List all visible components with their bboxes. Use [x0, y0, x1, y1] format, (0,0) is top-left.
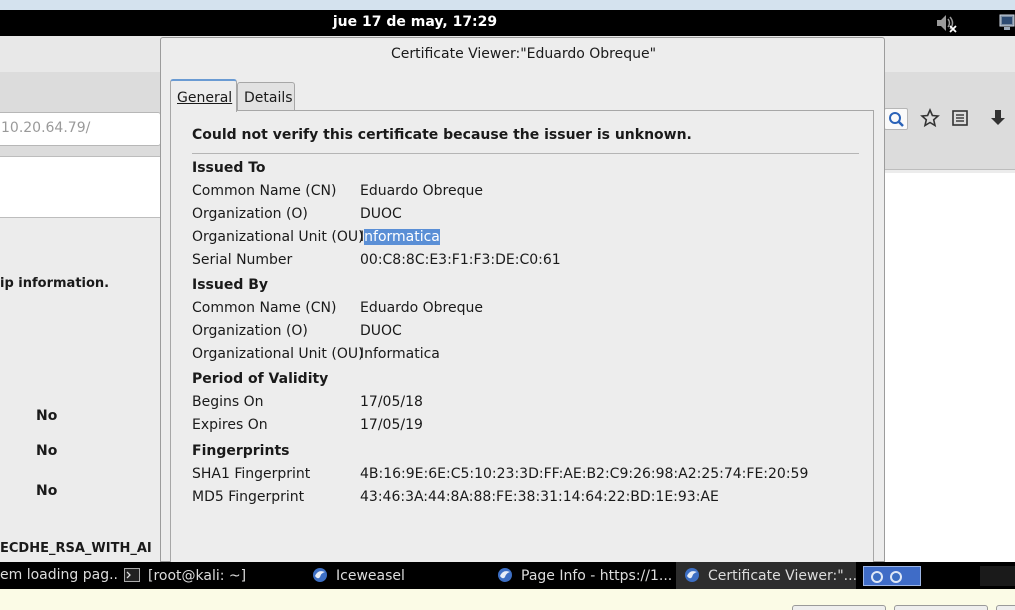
field-value[interactable]: Informatica — [360, 346, 440, 362]
bottom-area — [0, 589, 1015, 610]
volume-muted-icon[interactable] — [935, 13, 957, 33]
general-tab-panel: Could not verify this certificate becaus… — [170, 110, 874, 570]
iceweasel-icon — [498, 568, 512, 582]
browser-right-pane — [884, 173, 1015, 562]
top-panel: jue 17 de may, 17:29 — [0, 10, 1015, 36]
iceweasel-icon — [313, 568, 327, 582]
taskbar-item-label: [root@kali: ~] — [148, 568, 247, 584]
field-label: Organization (O) — [192, 323, 308, 339]
download-icon[interactable] — [988, 108, 1008, 128]
field-value[interactable]: 17/05/19 — [360, 417, 423, 433]
taskbar-item-label: em loading pag... — [0, 567, 118, 583]
taskbar-item-page-info[interactable]: Page Info - https://1... — [497, 562, 673, 589]
field-value[interactable]: Eduardo Obreque — [360, 300, 483, 316]
text-selection: nformatica — [364, 229, 440, 245]
taskbar-item-label: Certificate Viewer:"... — [708, 568, 856, 584]
browser-right-toolbar — [884, 106, 1015, 132]
taskbar-item-terminal[interactable]: [root@kali: ~] — [124, 562, 304, 589]
search-button[interactable] — [884, 108, 908, 130]
tab-details-label: Details — [244, 90, 293, 106]
bottom-button[interactable] — [792, 605, 886, 610]
field-value[interactable]: DUOC — [360, 206, 402, 222]
no-value: No — [36, 408, 58, 424]
ownership-text: ip information. — [0, 276, 110, 291]
top-strip — [0, 0, 1015, 10]
bottom-button[interactable] — [996, 605, 1015, 610]
clock[interactable]: jue 17 de may, 17:29 — [0, 14, 830, 30]
verify-message: Could not verify this certificate becaus… — [192, 127, 692, 143]
tab-general[interactable]: General — [170, 79, 237, 112]
field-label: Organizational Unit (OU) — [192, 346, 364, 362]
no-value: No — [36, 443, 58, 459]
fingerprints-title: Fingerprints — [192, 443, 290, 459]
tab-details[interactable]: Details — [237, 82, 295, 111]
terminal-icon — [124, 568, 140, 582]
field-value[interactable]: Eduardo Obreque — [360, 183, 483, 199]
taskbar-item-iceweasel[interactable]: Iceweasel — [312, 562, 488, 589]
validity-title: Period of Validity — [192, 371, 329, 387]
field-value[interactable]: 17/05/18 — [360, 394, 423, 410]
field-label: MD5 Fingerprint — [192, 489, 305, 505]
browser-left-pane — [0, 156, 160, 218]
field-value[interactable]: DUOC — [360, 323, 402, 339]
tab-general-label: General — [177, 90, 233, 106]
separator — [192, 153, 859, 154]
field-label: Common Name (CN) — [192, 183, 337, 199]
iceweasel-icon — [685, 568, 699, 582]
search-icon — [889, 112, 904, 127]
field-value[interactable]: 43:46:3A:44:8A:88:FE:38:31:14:64:22:BD:1… — [360, 489, 719, 505]
field-value-selected[interactable]: Informatica — [360, 229, 440, 245]
field-label: Organizational Unit (OU) — [192, 229, 364, 245]
taskbar-item-certificate-viewer[interactable]: Certificate Viewer:"... — [676, 562, 856, 589]
network-icon[interactable] — [997, 13, 1015, 33]
bottom-button[interactable] — [894, 605, 988, 610]
star-icon[interactable] — [920, 108, 940, 128]
field-value[interactable]: 00:C8:8C:E3:F1:F3:DE:C0:61 — [360, 252, 561, 268]
certificate-viewer-dialog: Certificate Viewer:"Eduardo Obreque" Gen… — [160, 37, 885, 570]
field-value[interactable]: 4B:16:9E:6E:C5:10:23:3D:FF:AE:B2:C9:26:9… — [360, 466, 808, 482]
taskbar-item-label: Page Info - https://1... — [521, 568, 673, 584]
no-value: No — [36, 483, 58, 499]
taskbar: em loading pag... [root@kali: ~] Iceweas… — [0, 562, 1015, 589]
workspace-2[interactable] — [980, 566, 1015, 586]
issued-by-title: Issued By — [192, 277, 269, 293]
taskbar-item-loading[interactable]: em loading pag... — [0, 562, 118, 589]
field-label: Organization (O) — [192, 206, 308, 222]
field-label: SHA1 Fingerprint — [192, 466, 311, 482]
field-label: Common Name (CN) — [192, 300, 337, 316]
issued-to-title: Issued To — [192, 160, 266, 176]
field-label: Expires On — [192, 417, 268, 433]
field-label: Begins On — [192, 394, 264, 410]
dialog-title: Certificate Viewer:"Eduardo Obreque" — [390, 46, 657, 62]
cipher-text: ECDHE_RSA_WITH_AI — [0, 541, 152, 556]
workspace-pager[interactable] — [863, 566, 921, 586]
bookmarks-icon[interactable] — [950, 108, 970, 128]
taskbar-item-label: Iceweasel — [336, 568, 405, 584]
field-label: Serial Number — [192, 252, 293, 268]
iceweasel-icon — [871, 571, 902, 583]
url-bar[interactable]: 10.20.64.79/ — [0, 112, 161, 146]
